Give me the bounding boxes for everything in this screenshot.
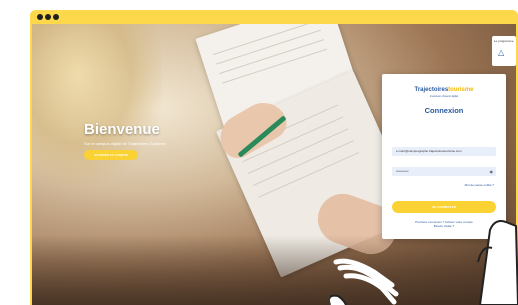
hero-cta-button[interactable]: ACCÉDER AU CAMPUS [84,150,138,160]
logo-accent-text: tourisme [448,87,474,93]
email-field[interactable]: e.marc@campusgraphe.trajectoirestourisme… [392,147,496,156]
close-window-dot[interactable] [37,14,43,20]
window-title-bar [30,10,518,24]
password-value: •••••••••••• [396,169,409,173]
maximize-window-dot[interactable] [53,14,59,20]
hero-title: Bienvenue [84,121,160,138]
password-field[interactable]: •••••••••••• ◉ [392,167,496,176]
logo-main-text: Trajectoires [414,87,449,93]
program-badge[interactable]: Le programme △ [492,36,516,66]
brand-logo: Trajectoirestourisme [382,87,506,93]
hero-subtitle: Sur le campus digital de Trajectoires To… [84,141,166,146]
background-photo-hair [32,24,162,184]
triangle-icon: △ [498,48,505,57]
forgot-password-link[interactable]: Mot de passe oublié ? [465,183,494,187]
badge-label: Le programme [494,39,514,43]
cartoon-hands-illustration [330,220,518,305]
minimize-window-dot[interactable] [45,14,51,20]
eye-icon[interactable]: ◉ [490,167,494,176]
login-title: Connexion [424,106,464,115]
logo-tagline: Inventeurs d'avenir digital [429,95,459,98]
